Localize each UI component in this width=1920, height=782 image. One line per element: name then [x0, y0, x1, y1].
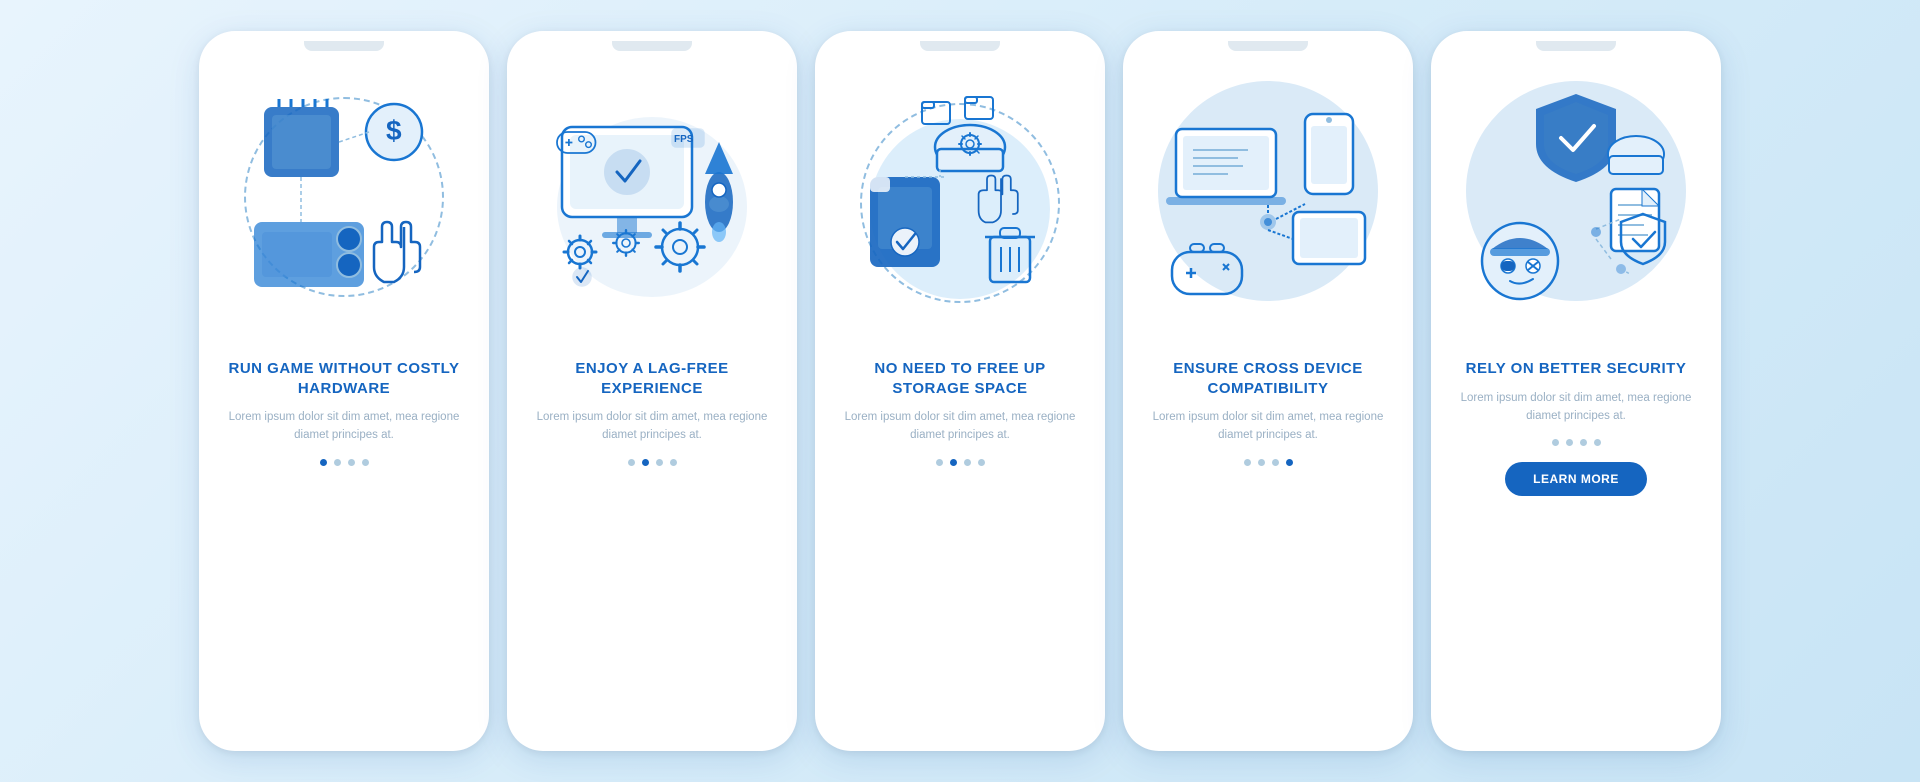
- learn-more-button[interactable]: LEARN MORE: [1505, 462, 1647, 496]
- crossdevice-svg: [1158, 74, 1378, 339]
- card-security: RELY ON BETTER SECURITY Lorem ipsum dolo…: [1431, 31, 1721, 751]
- card-text-crossdevice: ENSURE CROSS DEVICE COMPATIBILITY Lorem …: [1123, 359, 1413, 727]
- card-title-storage: NO NEED TO FREE UP STORAGE SPACE: [837, 359, 1083, 398]
- storage-svg: [850, 77, 1070, 337]
- dot-1-1: [320, 459, 327, 466]
- card-illustration-security: [1456, 59, 1696, 359]
- crossdevice-svg-wrapper: [1158, 74, 1378, 344]
- lagfree-svg-wrapper: FPS: [542, 77, 762, 342]
- dot-3-3: [964, 459, 971, 466]
- dot-4-3: [1272, 459, 1279, 466]
- dot-4-4: [1286, 459, 1293, 466]
- hardware-svg: $: [234, 77, 454, 337]
- dots-row-3: [936, 459, 985, 466]
- card-desc-lagfree: Lorem ipsum dolor sit dim amet, mea regi…: [529, 408, 775, 445]
- phone-notch-4: [1228, 41, 1308, 51]
- card-desc-hardware: Lorem ipsum dolor sit dim amet, mea regi…: [221, 408, 467, 445]
- card-crossdevice: ENSURE CROSS DEVICE COMPATIBILITY Lorem …: [1123, 31, 1413, 751]
- svg-text:FPS: FPS: [674, 134, 694, 145]
- dots-row-2: [628, 459, 677, 466]
- phone-notch-3: [920, 41, 1000, 51]
- card-text-hardware: RUN GAME WITHOUT COSTLY HARDWARE Lorem i…: [199, 359, 489, 727]
- dot-5-2: [1566, 439, 1573, 446]
- dot-5-1: [1552, 439, 1559, 446]
- card-desc-crossdevice: Lorem ipsum dolor sit dim amet, mea regi…: [1145, 408, 1391, 445]
- card-title-security: RELY ON BETTER SECURITY: [1466, 359, 1687, 379]
- card-title-hardware: RUN GAME WITHOUT COSTLY HARDWARE: [221, 359, 467, 398]
- security-svg-wrapper: [1466, 74, 1686, 344]
- dots-row-5: [1552, 439, 1601, 446]
- illustration-svg-wrapper: $: [234, 77, 454, 342]
- cards-container: $ RUN GAME WITHOUT COSTLY HARDWARE: [179, 11, 1741, 771]
- dot-1-3: [348, 459, 355, 466]
- storage-svg-wrapper: [850, 77, 1070, 342]
- dot-3-2: [950, 459, 957, 466]
- phone-notch-5: [1536, 41, 1616, 51]
- dot-1-2: [334, 459, 341, 466]
- phone-notch: [304, 41, 384, 51]
- card-text-storage: NO NEED TO FREE UP STORAGE SPACE Lorem i…: [815, 359, 1105, 727]
- lagfree-svg: FPS: [542, 77, 762, 337]
- card-text-lagfree: ENJOY A LAG-FREE EXPERIENCE Lorem ipsum …: [507, 359, 797, 727]
- phone-notch-2: [612, 41, 692, 51]
- card-desc-storage: Lorem ipsum dolor sit dim amet, mea regi…: [837, 408, 1083, 445]
- card-illustration-crossdevice: [1148, 59, 1388, 359]
- card-hardware: $ RUN GAME WITHOUT COSTLY HARDWARE: [199, 31, 489, 751]
- card-illustration-lagfree: FPS: [532, 59, 772, 359]
- dots-row-1: [320, 459, 369, 466]
- card-lagfree: FPS: [507, 31, 797, 751]
- dot-2-4: [670, 459, 677, 466]
- dot-1-4: [362, 459, 369, 466]
- card-storage: NO NEED TO FREE UP STORAGE SPACE Lorem i…: [815, 31, 1105, 751]
- card-illustration-storage: [840, 59, 1080, 359]
- card-text-security: RELY ON BETTER SECURITY Lorem ipsum dolo…: [1431, 359, 1721, 727]
- card-title-crossdevice: ENSURE CROSS DEVICE COMPATIBILITY: [1145, 359, 1391, 398]
- dot-4-2: [1258, 459, 1265, 466]
- card-illustration-hardware: $: [224, 59, 464, 359]
- dot-4-1: [1244, 459, 1251, 466]
- card-desc-security: Lorem ipsum dolor sit dim amet, mea regi…: [1453, 389, 1699, 426]
- security-svg: [1466, 74, 1686, 339]
- dot-3-1: [936, 459, 943, 466]
- dot-2-3: [656, 459, 663, 466]
- dot-5-4: [1594, 439, 1601, 446]
- svg-text:$: $: [386, 115, 402, 146]
- dot-5-3: [1580, 439, 1587, 446]
- dots-row-4: [1244, 459, 1293, 466]
- dot-3-4: [978, 459, 985, 466]
- dot-2-1: [628, 459, 635, 466]
- dot-2-2: [642, 459, 649, 466]
- card-title-lagfree: ENJOY A LAG-FREE EXPERIENCE: [529, 359, 775, 398]
